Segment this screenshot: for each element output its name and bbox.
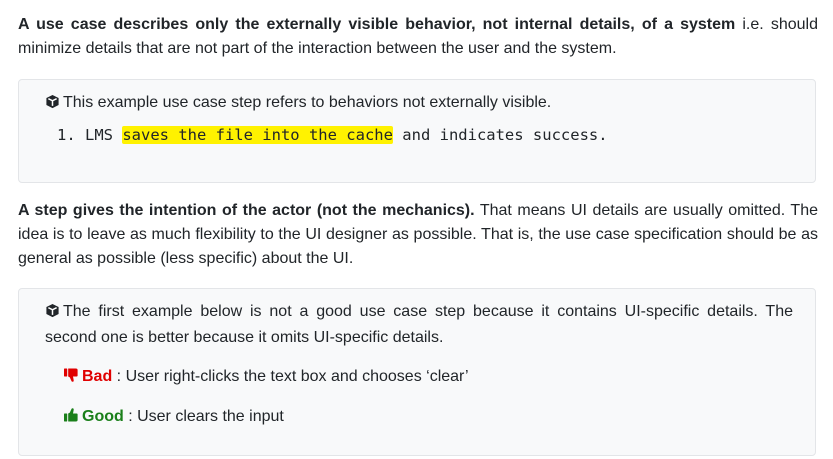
thumbs-down-icon [63,367,79,391]
example-note-2-text: The first example below is not a good us… [45,303,793,346]
bad-label: Bad [82,368,113,385]
example-box-2: The first example below is not a good us… [18,288,816,456]
example-note-2: The first example below is not a good us… [45,300,793,350]
use-case-step-code: 1. LMS saves the file into the cache and… [57,124,608,146]
cube-icon [45,93,60,117]
bad-text: : User right-clicks the text box and cho… [112,368,469,385]
example-box-1: This example use case step refers to beh… [18,79,816,183]
cube-icon [45,302,60,326]
good-text: : User clears the input [123,408,284,425]
code-suffix: and indicates success. [392,126,608,144]
highlighted-code: saves the file into the cache [122,126,393,144]
intro-bold-text: A use case describes only the externally… [18,16,736,33]
good-label: Good [82,408,124,425]
example-note-1: This example use case step refers to beh… [45,91,793,117]
intro-paragraph: A use case describes only the externally… [18,13,818,61]
step-intention-paragraph: A step gives the intention of the actor … [18,199,818,271]
good-example: Good : User clears the input [63,405,284,431]
thumbs-up-icon [63,407,79,431]
example-note-1-text: This example use case step refers to beh… [63,94,552,111]
bad-example: Bad : User right-clicks the text box and… [63,365,469,391]
step-intention-bold-text: A step gives the intention of the actor … [18,202,475,219]
code-prefix: 1. LMS [57,126,123,144]
